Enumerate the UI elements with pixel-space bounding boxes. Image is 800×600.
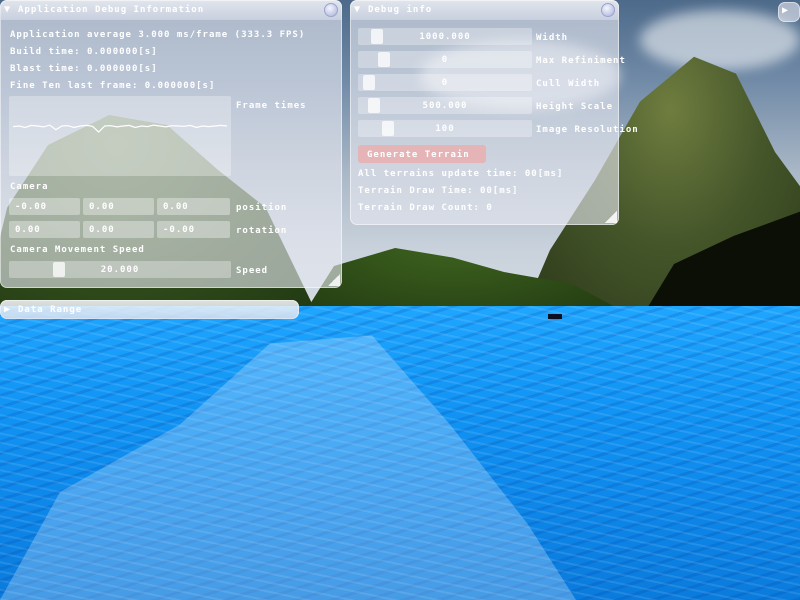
fine-time: Fine Ten last frame: 0.000000[s] bbox=[10, 81, 216, 91]
generate-terrain-label: Generate Terrain bbox=[367, 150, 470, 160]
debug-info-titlebar[interactable]: ▼ Debug info bbox=[350, 0, 619, 20]
slider-label: Cull Width bbox=[536, 79, 601, 89]
terrain-slider[interactable]: 500.000 bbox=[358, 97, 532, 114]
terrain-update-time: All terrains update time: 00[ms] bbox=[358, 169, 564, 179]
terrain-slider[interactable]: 0 bbox=[358, 74, 532, 91]
rotation-y-input[interactable]: 0.00 bbox=[83, 221, 154, 238]
expand-arrow-icon[interactable]: ▶ bbox=[4, 304, 10, 315]
position-x-value: -0.00 bbox=[15, 202, 48, 212]
slider-label: Image Resolution bbox=[536, 125, 639, 135]
frame-times-plot[interactable] bbox=[9, 96, 231, 176]
collapsed-window[interactable]: ▶ bbox=[778, 2, 800, 22]
slider-label: Max Refiniment bbox=[536, 56, 626, 66]
slider-label: Width bbox=[536, 33, 569, 43]
slider-value: 500.000 bbox=[422, 101, 468, 111]
rotation-y-value: 0.00 bbox=[89, 225, 115, 235]
collapse-arrow-icon[interactable]: ▼ bbox=[4, 4, 10, 15]
rotation-x-input[interactable]: 0.00 bbox=[9, 221, 80, 238]
frame-times-graph bbox=[12, 124, 228, 133]
speed-label: Speed bbox=[236, 266, 269, 276]
slider-value: 0 bbox=[441, 78, 449, 88]
app-debug-window[interactable]: ▼ Application Debug Information Applicat… bbox=[0, 0, 342, 288]
stats-line: Application average 3.000 ms/frame (333.… bbox=[10, 30, 306, 40]
cloud bbox=[640, 10, 800, 70]
build-time: Build time: 0.000000[s] bbox=[10, 47, 158, 57]
position-y-input[interactable]: 0.00 bbox=[83, 198, 154, 215]
position-label: position bbox=[236, 203, 288, 213]
app-debug-titlebar[interactable]: ▼ Application Debug Information bbox=[0, 0, 342, 20]
position-z-value: 0.00 bbox=[163, 202, 189, 212]
debug-info-title: Debug info bbox=[368, 5, 433, 15]
terrain-slider[interactable]: 1000.000 bbox=[358, 28, 532, 45]
terrain-draw-time: Terrain Draw Time: 00[ms] bbox=[358, 186, 519, 196]
rotation-z-input[interactable]: -0.00 bbox=[157, 221, 230, 238]
floating-object bbox=[548, 314, 562, 319]
close-icon[interactable] bbox=[324, 3, 338, 17]
blast-time: Blast time: 0.000000[s] bbox=[10, 64, 158, 74]
frame-times-label: Frame times bbox=[236, 101, 307, 111]
app-debug-title: Application Debug Information bbox=[18, 5, 205, 15]
generate-terrain-button[interactable]: Generate Terrain bbox=[358, 145, 486, 163]
debug-info-window[interactable]: ▼ Debug info 1000.000 Width 0 Max Refinimen… bbox=[350, 0, 638, 225]
slider-value: 100 bbox=[435, 124, 455, 134]
data-range-title: Data Range bbox=[18, 305, 83, 315]
slider-label: Height Scale bbox=[536, 102, 614, 112]
rotation-z-value: -0.00 bbox=[163, 225, 196, 235]
collapse-arrow-icon[interactable]: ▼ bbox=[354, 4, 360, 15]
terrain-slider[interactable]: 0 bbox=[358, 51, 532, 68]
camera-header: Camera bbox=[10, 182, 49, 192]
expand-arrow-icon[interactable]: ▶ bbox=[782, 5, 788, 16]
data-range-window[interactable]: ▶ Data Range bbox=[0, 300, 299, 319]
speed-slider[interactable]: 20.000 bbox=[9, 261, 231, 278]
rotation-x-value: 0.00 bbox=[15, 225, 41, 235]
position-y-value: 0.00 bbox=[89, 202, 115, 212]
rotation-label: rotation bbox=[236, 226, 288, 236]
position-x-input[interactable]: -0.00 bbox=[9, 198, 80, 215]
speed-header: Camera Movement Speed bbox=[10, 245, 145, 255]
terrain-slider[interactable]: 100 bbox=[358, 120, 532, 137]
speed-value: 20.000 bbox=[100, 265, 140, 275]
position-z-input[interactable]: 0.00 bbox=[157, 198, 230, 215]
close-icon[interactable] bbox=[601, 3, 615, 17]
slider-value: 1000.000 bbox=[419, 32, 471, 42]
resize-grip-icon[interactable] bbox=[328, 274, 340, 286]
resize-grip-icon[interactable] bbox=[605, 211, 617, 223]
slider-value: 0 bbox=[441, 55, 449, 65]
frame-times-line bbox=[12, 124, 228, 133]
terrain-draw-count: Terrain Draw Count: 0 bbox=[358, 203, 493, 213]
data-range-titlebar[interactable]: ▶ Data Range bbox=[0, 300, 299, 319]
